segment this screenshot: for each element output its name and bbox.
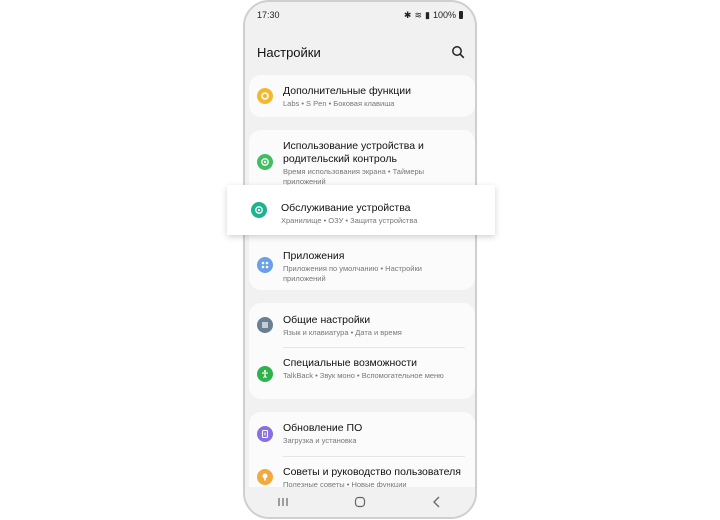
device-care-icon [251,202,267,218]
settings-header: Настройки [257,42,465,62]
star-gear-icon [257,88,273,104]
settings-item-advanced-features[interactable]: Дополнительные функции Labs • S Pen • Бо… [249,75,475,117]
settings-item-wellbeing[interactable]: Использование устройства и родительский … [249,130,475,188]
item-title: Дополнительные функции [283,85,411,97]
page-title: Настройки [257,44,321,60]
status-time: 17:30 [257,10,280,20]
item-title: Специальные возможности [283,357,418,369]
item-subtitle: Приложения по умолчанию • Настройки прил… [283,264,422,283]
status-bar: 17:30 ✱ ≋ ▮ 100% [257,8,463,22]
accessibility-icon [257,366,273,382]
settings-item-apps[interactable]: Приложения Приложения по умолчанию • Нас… [249,243,475,290]
item-subtitle: Labs • S Pen • Боковая клавиша [283,99,395,108]
item-title: Общие настройки [283,314,371,326]
item-title: Обслуживание устройства [281,202,411,214]
recents-button[interactable] [268,492,298,512]
settings-card-advanced: Дополнительные функции Labs • S Pen • Бо… [249,75,475,117]
item-subtitle: TalkBack • Звук моно • Вспомогательное м… [283,371,444,380]
settings-item-device-care[interactable]: Обслуживание устройства Хранилище • ОЗУ … [227,185,495,235]
wifi-icon: ≋ [414,9,423,20]
settings-item-software-update[interactable]: Обновление ПО Загрузка и установка [249,412,475,456]
item-title: Обновление ПО [283,422,363,434]
search-icon[interactable] [451,45,465,59]
item-subtitle: Язык и клавиатура • Дата и время [283,328,402,337]
back-button[interactable] [422,492,452,512]
item-subtitle: Загрузка и установка [283,436,357,445]
bluetooth-icon: ✱ [403,9,412,20]
digital-wellbeing-icon [257,154,273,170]
sliders-icon [257,317,273,333]
item-title: Приложения [283,250,345,262]
settings-item-accessibility[interactable]: Специальные возможности TalkBack • Звук … [249,348,475,399]
software-update-icon [257,426,273,442]
apps-icon [257,257,273,273]
navigation-bar [245,487,475,517]
item-subtitle: Время использования экрана • Таймеры при… [283,167,425,186]
item-title: Советы и руководство пользователя [283,466,461,478]
signal-icon: ▮ [425,9,430,20]
settings-item-general[interactable]: Общие настройки Язык и клавиатура • Дата… [249,303,475,347]
item-subtitle: Хранилище • ОЗУ • Защита устройства [281,216,418,225]
tips-bulb-icon [257,469,273,485]
status-icons: ✱ ≋ ▮ 100% [404,10,463,21]
item-title: Использование устройства и родительский … [283,140,424,165]
settings-card-general: Общие настройки Язык и клавиатура • Дата… [249,303,475,399]
battery-percent: 100% [432,10,456,20]
battery-icon [459,11,463,19]
phone-frame: 17:30 ✱ ≋ ▮ 100% Настройки Дополнительны… [243,0,477,519]
home-button[interactable] [345,492,375,512]
